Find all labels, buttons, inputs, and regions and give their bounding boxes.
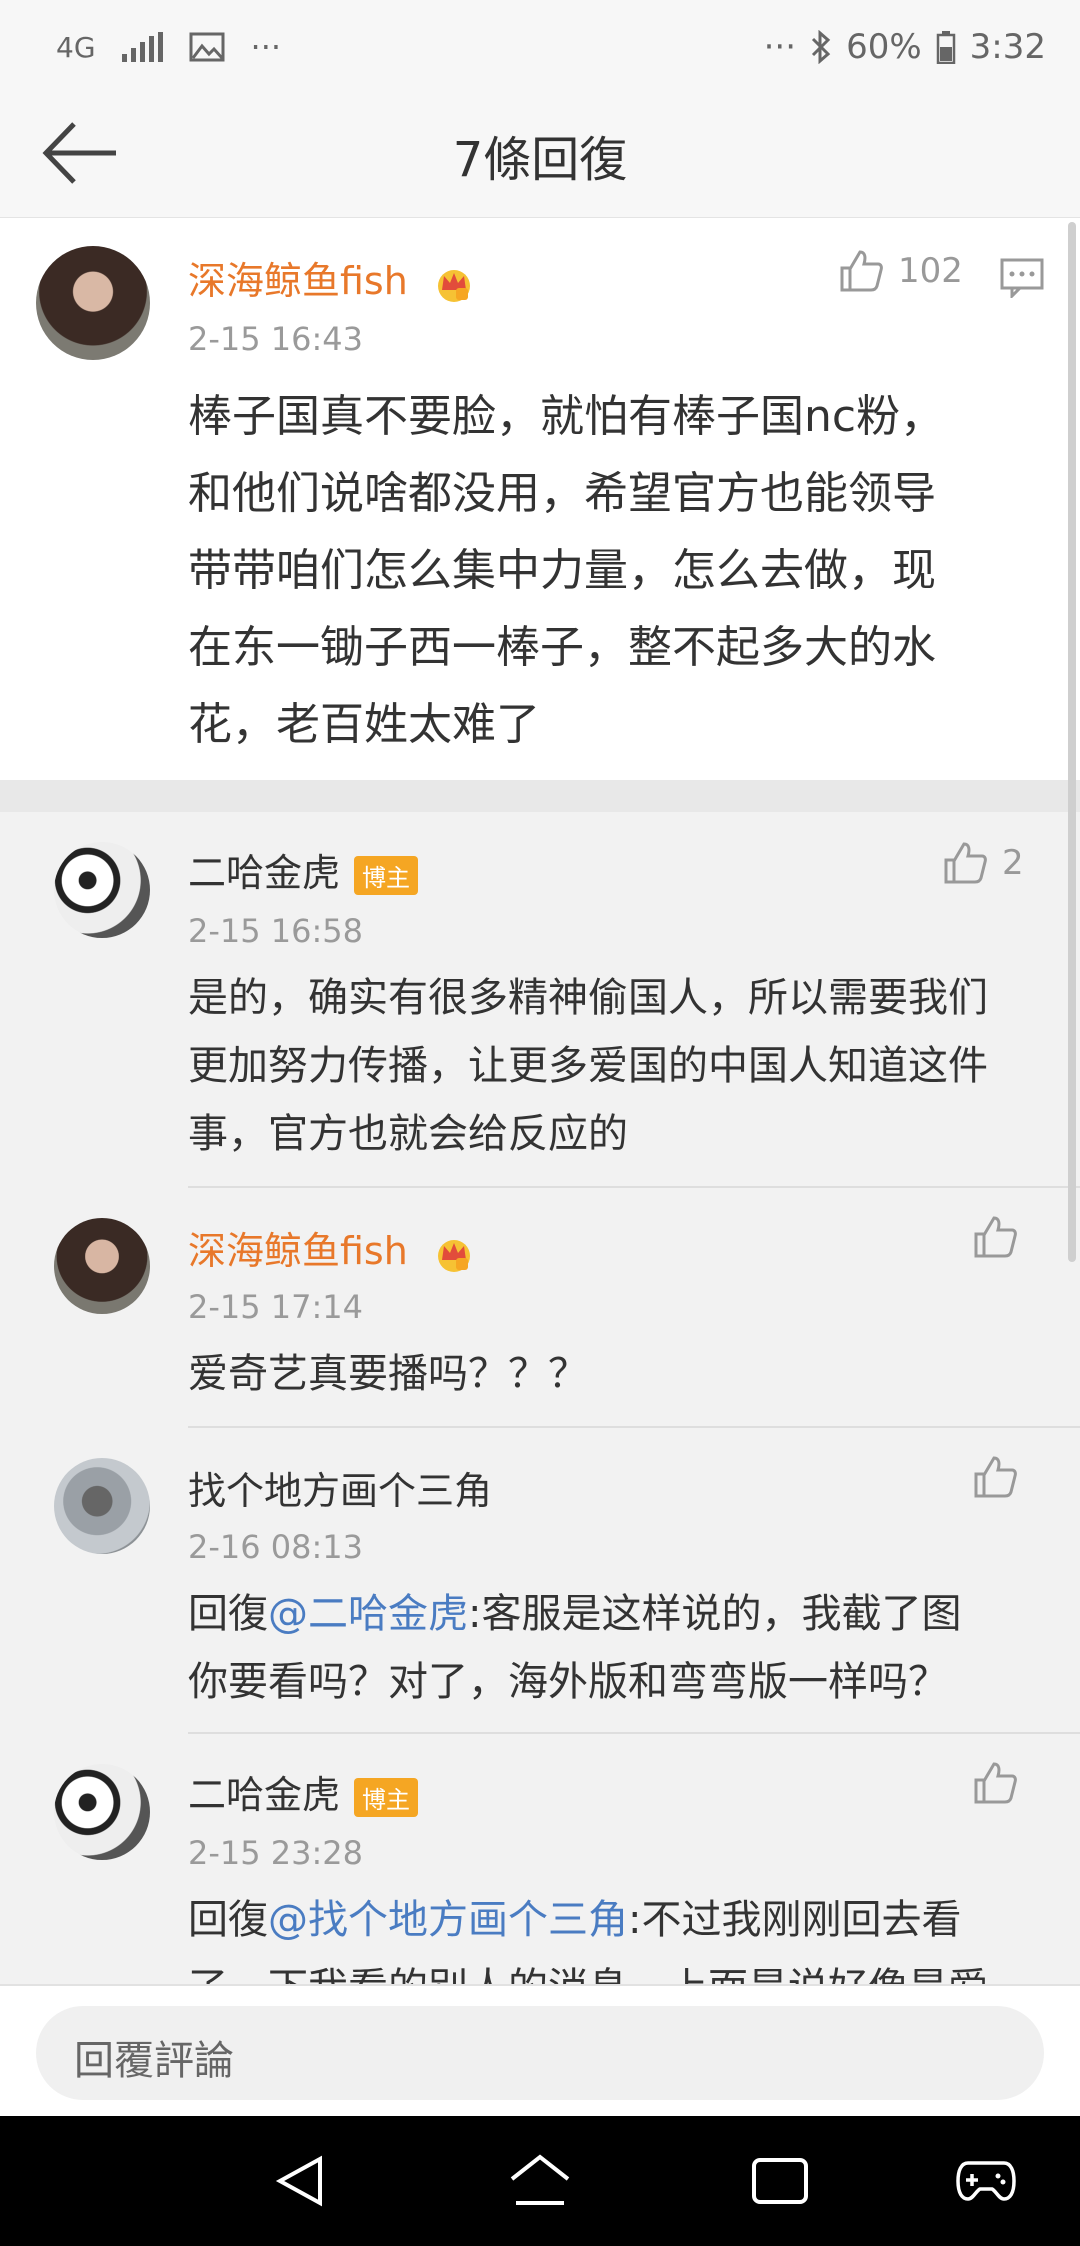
comment-time: 2-15 17:14	[188, 1288, 364, 1326]
recent-apps-icon[interactable]	[750, 2156, 810, 2206]
comment-text: 棒子国真不要脸，就怕有棒子国nc粉， 和他们说啥都没用，希望官方也能领导 带带咱…	[188, 391, 945, 750]
replies-list: 二哈金虎 博主 2-15 16:58 2 是的，确实有很多精神偷国人，所以需要我们…	[0, 812, 1080, 1984]
thumbs-up-icon	[840, 250, 883, 292]
like-count: 102	[898, 251, 963, 291]
username[interactable]: 深海鲸鱼fish	[188, 250, 474, 305]
comment-text: 回復@找个地方画个三角:不过我刚刚回去看 了一下我看的别人的消息，上面是说好像是…	[188, 1897, 988, 1984]
username[interactable]: 深海鲸鱼fish	[188, 1220, 474, 1275]
vip-crown-icon	[437, 269, 470, 302]
reply-input-bar: 回覆評論	[0, 1984, 1080, 2118]
system-nav-bar	[0, 2116, 1080, 2246]
comment-time: 2-15 23:28	[188, 1834, 364, 1872]
top-header: 7條回復	[0, 90, 1080, 219]
like-button[interactable]	[972, 1454, 1018, 1500]
like-button[interactable]: 2	[942, 840, 1024, 886]
divider	[188, 1732, 1080, 1734]
comment-text: 是的，确实有很多精神偷国人，所以需要我们 更加努力传播，让更多爱国的中国人知道这…	[188, 975, 988, 1157]
author-badge: 博主	[354, 856, 419, 895]
bluetooth-icon	[812, 30, 831, 64]
status-bar: 4G ··· ··· 60% 3:32	[0, 0, 1080, 90]
home-icon[interactable]	[508, 2153, 572, 2209]
thumbs-up-icon	[974, 1456, 1017, 1498]
author-badge: 博主	[354, 1778, 419, 1817]
comment-time: 2-16 08:13	[188, 1528, 364, 1566]
comment-text: 爱奇艺真要播吗？？？	[188, 1351, 588, 1397]
like-button[interactable]	[972, 1760, 1018, 1806]
username[interactable]: 找个地方画个三角	[188, 1460, 492, 1515]
avatar[interactable]	[36, 246, 150, 360]
like-button[interactable]	[972, 1214, 1018, 1260]
username[interactable]: 二哈金虎 博主	[188, 1764, 419, 1819]
comment-time: 2-15 16:43	[188, 320, 364, 358]
comment-time: 2-15 16:58	[188, 912, 364, 950]
divider	[188, 1186, 1080, 1188]
avatar[interactable]	[54, 1218, 150, 1314]
divider	[188, 1426, 1080, 1428]
page-title: 7條回復	[452, 132, 628, 188]
section-divider	[0, 780, 1080, 812]
network-type: 4G	[56, 30, 96, 64]
thumbs-up-icon	[944, 842, 987, 884]
thumbs-up-icon	[974, 1762, 1017, 1804]
username[interactable]: 二哈金虎 博主	[188, 842, 419, 897]
more-status: ···	[763, 27, 797, 67]
scrollbar[interactable]	[1068, 222, 1076, 1262]
battery-icon	[936, 31, 955, 64]
back-triangle-icon[interactable]	[272, 2153, 328, 2209]
user-mention[interactable]: @找个地方画个三角	[268, 1897, 628, 1943]
clock: 3:32	[969, 27, 1046, 67]
more-notifications: ···	[250, 28, 282, 66]
avatar[interactable]	[54, 1764, 150, 1860]
avatar[interactable]	[54, 842, 150, 938]
avatar[interactable]	[54, 1458, 150, 1554]
reply-input-placeholder: 回覆評論	[74, 2038, 234, 2084]
battery-percent: 60%	[846, 27, 922, 67]
vip-crown-icon	[437, 1239, 470, 1272]
reply-comment-icon[interactable]	[1000, 258, 1044, 298]
signal-icon	[121, 32, 163, 62]
comment-text: 回復@二哈金虎:客服是这样说的，我截了图 你要看吗？对了，海外版和弯弯版一样吗？	[188, 1591, 962, 1705]
user-mention[interactable]: @二哈金虎	[268, 1591, 468, 1637]
reply-input[interactable]: 回覆評論	[36, 2006, 1044, 2100]
thumbs-up-icon	[974, 1216, 1017, 1258]
image-icon	[189, 32, 225, 62]
like-count: 2	[1002, 843, 1024, 883]
main-comment: 深海鲸鱼fish 2-15 16:43 102 棒子国真不要脸，就怕有棒子国nc…	[0, 218, 1080, 780]
like-button[interactable]: 102	[838, 248, 963, 294]
game-controller-icon[interactable]	[956, 2159, 1016, 2203]
